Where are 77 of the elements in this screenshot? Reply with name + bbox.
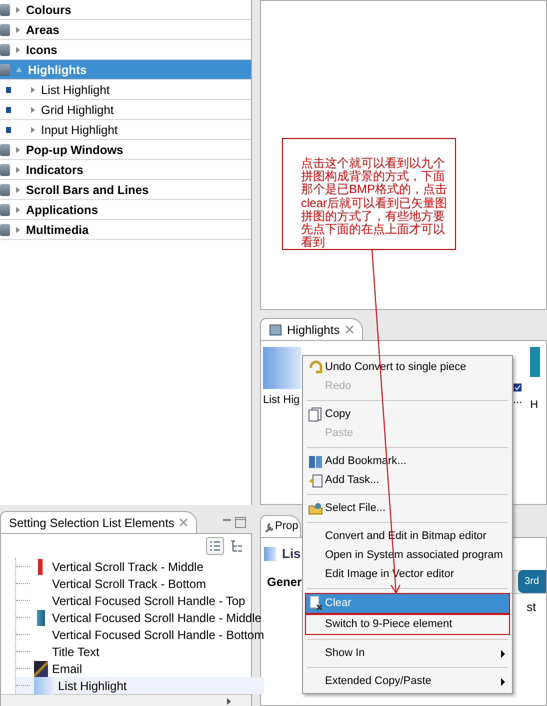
element-name: Lis	[282, 545, 301, 563]
tree-item[interactable]: Grid Highlight	[0, 100, 251, 120]
scroll-right-icon	[227, 698, 231, 705]
element-icon	[0, 224, 10, 236]
menu-item[interactable]: Add Task...	[305, 471, 510, 490]
view-tab[interactable]: Prop	[260, 515, 302, 537]
menu-item-icon	[308, 454, 323, 469]
tree-item[interactable]: Indicators	[0, 160, 251, 180]
collapse-icon[interactable]	[16, 67, 22, 72]
expand-icon[interactable]	[16, 26, 20, 32]
highlight-thumbnail[interactable]	[263, 347, 301, 389]
list-item[interactable]: Vertical Focused Scroll Handle - Bottom	[16, 626, 264, 643]
thumbnail-label: ...	[513, 393, 522, 408]
close-icon	[179, 518, 188, 527]
element-icon	[0, 4, 10, 16]
highlight-thumbnail[interactable]	[530, 347, 540, 377]
element-icon	[0, 164, 10, 176]
element-icon	[0, 184, 10, 196]
submenu-arrow-icon	[501, 678, 505, 686]
horizontal-scrollbar[interactable]	[1, 694, 251, 706]
tree-item[interactable]: Applications	[0, 200, 251, 220]
menu-item-icon	[308, 595, 323, 610]
thumbnail-label: List Hig	[263, 393, 301, 408]
expand-icon[interactable]	[16, 6, 20, 12]
tree-item[interactable]: Multimedia	[0, 220, 251, 240]
list-item[interactable]: Title Text	[16, 643, 264, 660]
list-item[interactable]: List Highlight	[16, 677, 264, 694]
tree-item[interactable]: Scroll Bars and Lines	[0, 180, 251, 200]
menu-item-icon	[308, 360, 323, 375]
close-icon	[344, 325, 354, 334]
tree-item[interactable]: Input Highlight	[0, 120, 251, 140]
menu-item-icon	[308, 407, 323, 422]
tree-item[interactable]: List Highlight	[0, 80, 251, 100]
element-thumbnail	[34, 676, 54, 694]
annotation-note: 点击这个就可以看到以九个拼图构成背景的方式，下面那个是已BMP格式的，点击clear后就可以看到已矢量图拼图的方式了，有些地方要先点下面的在点上面才可以看到	[282, 138, 456, 250]
layer-button[interactable]: 3rd	[518, 570, 546, 593]
element-icon	[0, 144, 10, 156]
menu-item[interactable]: Copy	[305, 405, 510, 424]
property-value: st	[526, 598, 537, 616]
expand-icon[interactable]	[16, 206, 20, 212]
element-icon	[0, 24, 10, 36]
wrench-icon	[263, 522, 273, 532]
tree-item[interactable]: Pop-up Windows	[0, 140, 251, 160]
element-swatch	[264, 546, 276, 561]
list-item[interactable]: Vertical Focused Scroll Handle - Middle	[16, 609, 264, 626]
list-item[interactable]: Email	[16, 660, 264, 677]
maximize-icon	[235, 516, 246, 528]
view-tab[interactable]: Setting Selection List Elements	[0, 511, 198, 533]
menu-item[interactable]: Extended Copy/Paste	[305, 672, 510, 691]
menu-item-icon	[308, 501, 323, 516]
element-icon	[0, 204, 10, 216]
element-icon	[6, 106, 11, 112]
tree-item[interactable]: Areas	[0, 20, 251, 40]
element-thumbnail	[37, 610, 45, 626]
expand-icon[interactable]	[31, 86, 35, 92]
element-icon	[0, 64, 10, 76]
expand-icon[interactable]	[16, 226, 20, 232]
menu-item[interactable]: Switch to 9-Piece element	[305, 614, 510, 635]
element-icon	[0, 44, 10, 56]
list-item[interactable]: Vertical Focused Scroll Handle - Top	[16, 592, 264, 609]
list-view-icon	[206, 537, 224, 555]
thumbnail-label: H	[530, 398, 540, 413]
element-thumbnail	[34, 660, 48, 676]
submenu-arrow-icon	[501, 650, 505, 658]
element-icon	[6, 126, 11, 132]
expand-icon[interactable]	[31, 126, 35, 132]
element-icon	[6, 86, 11, 92]
expand-icon[interactable]	[31, 106, 35, 112]
expand-icon[interactable]	[16, 166, 20, 172]
view-tab[interactable]: Highlights	[260, 318, 363, 340]
expand-icon[interactable]	[16, 46, 20, 52]
menu-item[interactable]: Select File...	[305, 499, 510, 518]
expand-icon[interactable]	[16, 146, 20, 152]
expand-icon[interactable]	[16, 186, 20, 192]
tree-item[interactable]: Colours	[0, 0, 251, 20]
menu-item[interactable]: Show In	[305, 644, 510, 663]
menu-item-icon	[308, 473, 323, 488]
